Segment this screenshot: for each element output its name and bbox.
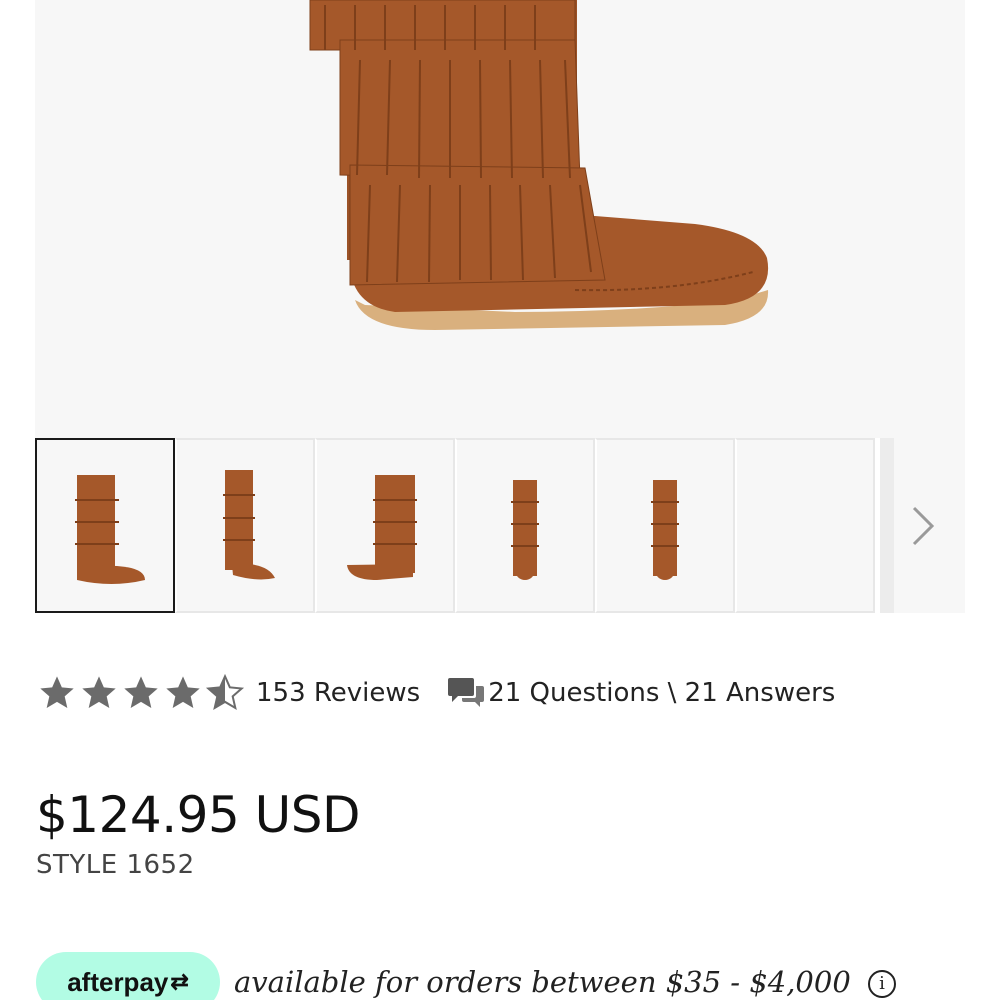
thumbnail-boot-back bbox=[651, 480, 679, 580]
afterpay-logo: afterpay ⇄ bbox=[36, 952, 220, 1000]
boot-illustration bbox=[309, 0, 769, 330]
star-full-icon bbox=[166, 676, 200, 708]
style-number: STYLE 1652 bbox=[36, 850, 195, 880]
thumbnail-boot-front bbox=[511, 480, 539, 580]
star-full-icon bbox=[40, 676, 74, 708]
thumbnail-2[interactable] bbox=[175, 438, 315, 613]
thumbnail-boot-inner bbox=[347, 475, 417, 580]
thumbnail-4[interactable] bbox=[455, 438, 595, 613]
chevron-right-icon bbox=[912, 506, 934, 545]
product-main-image[interactable] bbox=[35, 0, 965, 438]
chat-bubbles-icon bbox=[448, 678, 485, 707]
star-full-icon bbox=[82, 676, 116, 708]
thumbnail-3[interactable] bbox=[315, 438, 455, 613]
star-half-icon bbox=[205, 673, 245, 711]
product-price: $124.95 USD bbox=[36, 786, 361, 844]
thumbnail-strip bbox=[35, 438, 965, 613]
afterpay-row: afterpay ⇄ available for orders between … bbox=[36, 952, 897, 1000]
thumbnail-boot-side bbox=[75, 475, 145, 584]
thumbnail-next-button[interactable] bbox=[878, 438, 965, 613]
rating-row: 153 Reviews 21 Questions \ 21 Answers bbox=[36, 668, 835, 718]
questions-answers-link[interactable]: 21 Questions \ 21 Answers bbox=[446, 676, 835, 710]
thumbnail-5[interactable] bbox=[595, 438, 735, 613]
star-rating[interactable] bbox=[36, 673, 246, 713]
questions-answers-label: 21 Questions \ 21 Answers bbox=[488, 678, 836, 708]
reviews-link[interactable]: 153 Reviews bbox=[256, 678, 420, 708]
afterpay-message: available for orders between $35 - $4,00… bbox=[234, 965, 897, 999]
afterpay-loop-icon: ⇄ bbox=[170, 969, 189, 994]
thumbnail-6[interactable] bbox=[735, 438, 875, 613]
star-full-icon bbox=[124, 676, 158, 708]
thumbnail-1[interactable] bbox=[35, 438, 175, 613]
afterpay-brand-text: afterpay bbox=[67, 966, 169, 997]
thumbnail-boot-angle bbox=[223, 470, 275, 580]
info-icon[interactable]: i bbox=[868, 970, 897, 998]
afterpay-message-text: available for orders between $35 - $4,00… bbox=[234, 965, 851, 999]
